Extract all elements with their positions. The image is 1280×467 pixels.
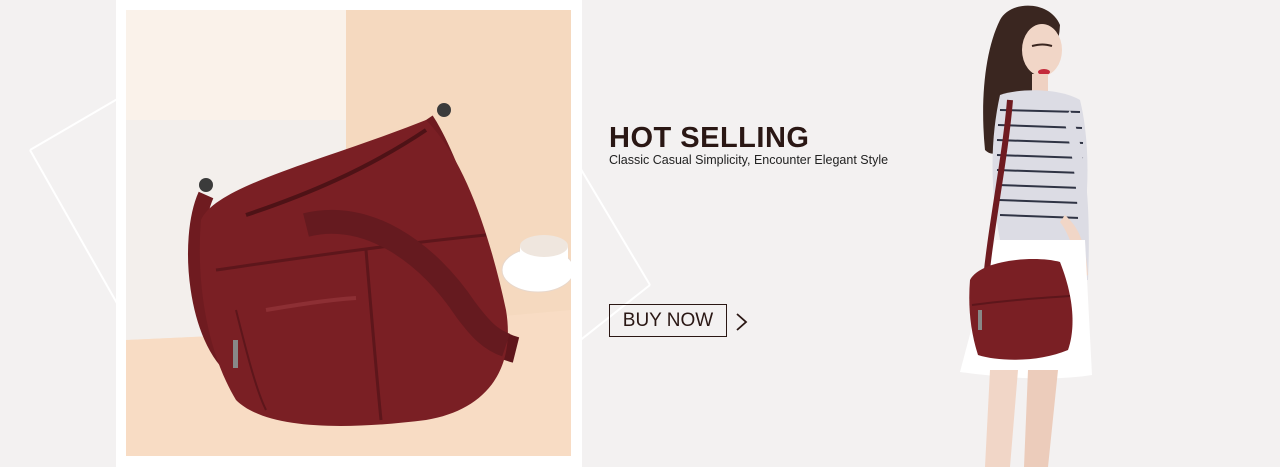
model-photo[interactable] [940, 0, 1140, 467]
buy-now-button[interactable]: BUY NOW [609, 304, 727, 337]
subline: Classic Casual Simplicity, Encounter Ele… [609, 153, 889, 167]
handbag-product-photo[interactable] [126, 10, 571, 456]
promo-banner[interactable]: HOT SELLING Classic Casual Simplicity, E… [0, 0, 1280, 467]
headline: HOT SELLING [609, 122, 810, 154]
chevron-right-icon[interactable] [735, 312, 749, 332]
